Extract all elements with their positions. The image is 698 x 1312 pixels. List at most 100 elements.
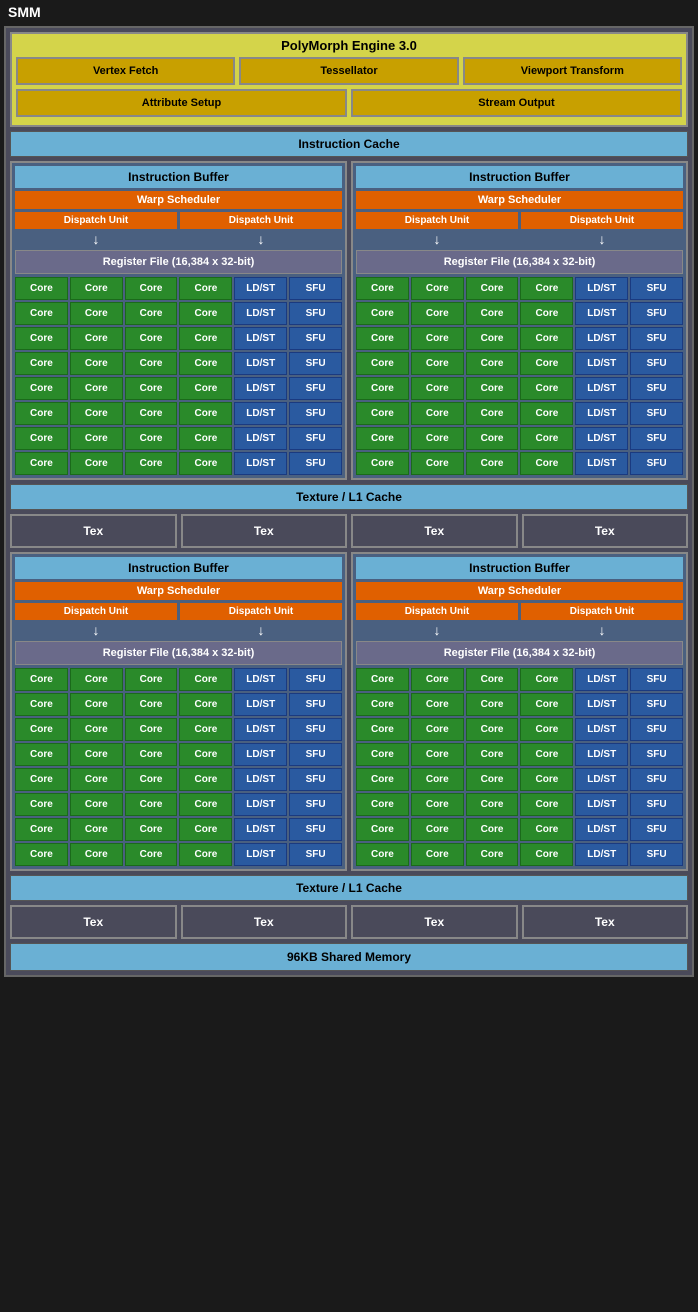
tex-7: Tex: [351, 905, 518, 939]
sm-block-3: Instruction Buffer Warp Scheduler Dispat…: [10, 552, 347, 871]
core: Core: [356, 693, 409, 716]
ldst: LD/ST: [234, 793, 287, 816]
instruction-buffer-3: Instruction Buffer: [15, 557, 342, 579]
sfu: SFU: [630, 377, 683, 400]
tex-3: Tex: [351, 514, 518, 548]
arrow-3b: ↓: [180, 622, 342, 638]
core: Core: [411, 743, 464, 766]
outer-container: PolyMorph Engine 3.0 Vertex Fetch Tessel…: [4, 26, 694, 977]
core: Core: [520, 768, 573, 791]
ldst: LD/ST: [234, 402, 287, 425]
ldst: LD/ST: [575, 402, 628, 425]
core: Core: [15, 377, 68, 400]
ldst: LD/ST: [575, 452, 628, 475]
core: Core: [70, 377, 123, 400]
sfu: SFU: [630, 668, 683, 691]
smm-title: SMM: [0, 0, 698, 24]
sfu: SFU: [289, 302, 342, 325]
ldst: LD/ST: [234, 768, 287, 791]
core: Core: [356, 452, 409, 475]
dispatch-unit-4a: Dispatch Unit: [356, 603, 518, 620]
core: Core: [125, 402, 178, 425]
core: Core: [125, 352, 178, 375]
texture-cache-bottom: Texture / L1 Cache: [10, 875, 688, 901]
core: Core: [125, 793, 178, 816]
core: Core: [70, 327, 123, 350]
core: Core: [70, 352, 123, 375]
core: Core: [356, 668, 409, 691]
core: Core: [466, 743, 519, 766]
polymorph-section: PolyMorph Engine 3.0 Vertex Fetch Tessel…: [10, 32, 688, 127]
dispatch-unit-1a: Dispatch Unit: [15, 212, 177, 229]
ldst: LD/ST: [575, 818, 628, 841]
sfu: SFU: [630, 327, 683, 350]
core: Core: [179, 277, 232, 300]
core: Core: [520, 793, 573, 816]
tex-2: Tex: [181, 514, 348, 548]
ldst: LD/ST: [575, 668, 628, 691]
sfu: SFU: [289, 818, 342, 841]
sfu: SFU: [630, 352, 683, 375]
sfu: SFU: [630, 743, 683, 766]
core: Core: [125, 327, 178, 350]
core: Core: [70, 452, 123, 475]
sfu: SFU: [630, 452, 683, 475]
core: Core: [411, 818, 464, 841]
core: Core: [356, 427, 409, 450]
core: Core: [520, 277, 573, 300]
ldst: LD/ST: [234, 693, 287, 716]
core: Core: [356, 327, 409, 350]
arrow-2a: ↓: [356, 231, 518, 247]
tex-1: Tex: [10, 514, 177, 548]
core: Core: [466, 452, 519, 475]
instruction-buffer-1: Instruction Buffer: [15, 166, 342, 188]
core: Core: [466, 327, 519, 350]
sfu: SFU: [289, 402, 342, 425]
polymorph-title: PolyMorph Engine 3.0: [16, 38, 682, 53]
core: Core: [15, 402, 68, 425]
tex-6: Tex: [181, 905, 348, 939]
ldst: LD/ST: [234, 427, 287, 450]
polymorph-row2: Attribute Setup Stream Output: [16, 89, 682, 117]
arrow-1a: ↓: [15, 231, 177, 247]
core: Core: [411, 843, 464, 866]
dispatch-unit-3a: Dispatch Unit: [15, 603, 177, 620]
core: Core: [15, 768, 68, 791]
arrow-3a: ↓: [15, 622, 177, 638]
core: Core: [411, 668, 464, 691]
sfu: SFU: [289, 277, 342, 300]
core: Core: [70, 843, 123, 866]
sfu: SFU: [289, 793, 342, 816]
sfu: SFU: [630, 427, 683, 450]
instruction-buffer-4: Instruction Buffer: [356, 557, 683, 579]
core: Core: [356, 793, 409, 816]
core: Core: [15, 718, 68, 741]
core: Core: [356, 302, 409, 325]
core: Core: [411, 302, 464, 325]
sfu: SFU: [289, 427, 342, 450]
sfu: SFU: [630, 693, 683, 716]
dispatch-row-2: Dispatch Unit Dispatch Unit: [356, 212, 683, 229]
core: Core: [179, 427, 232, 450]
ldst: LD/ST: [575, 277, 628, 300]
core: Core: [520, 843, 573, 866]
dispatch-unit-2a: Dispatch Unit: [356, 212, 518, 229]
core: Core: [520, 402, 573, 425]
core: Core: [520, 668, 573, 691]
core: Core: [466, 693, 519, 716]
dispatch-row-3: Dispatch Unit Dispatch Unit: [15, 603, 342, 620]
core: Core: [125, 718, 178, 741]
core: Core: [179, 793, 232, 816]
core: Core: [179, 843, 232, 866]
ldst: LD/ST: [234, 718, 287, 741]
core: Core: [356, 768, 409, 791]
core: Core: [125, 768, 178, 791]
core: Core: [15, 843, 68, 866]
core: Core: [125, 818, 178, 841]
core: Core: [466, 718, 519, 741]
dispatch-unit-1b: Dispatch Unit: [180, 212, 342, 229]
texture-cache-top: Texture / L1 Cache: [10, 484, 688, 510]
ldst: LD/ST: [234, 302, 287, 325]
warp-scheduler-1: Warp Scheduler: [15, 191, 342, 209]
ldst: LD/ST: [575, 377, 628, 400]
